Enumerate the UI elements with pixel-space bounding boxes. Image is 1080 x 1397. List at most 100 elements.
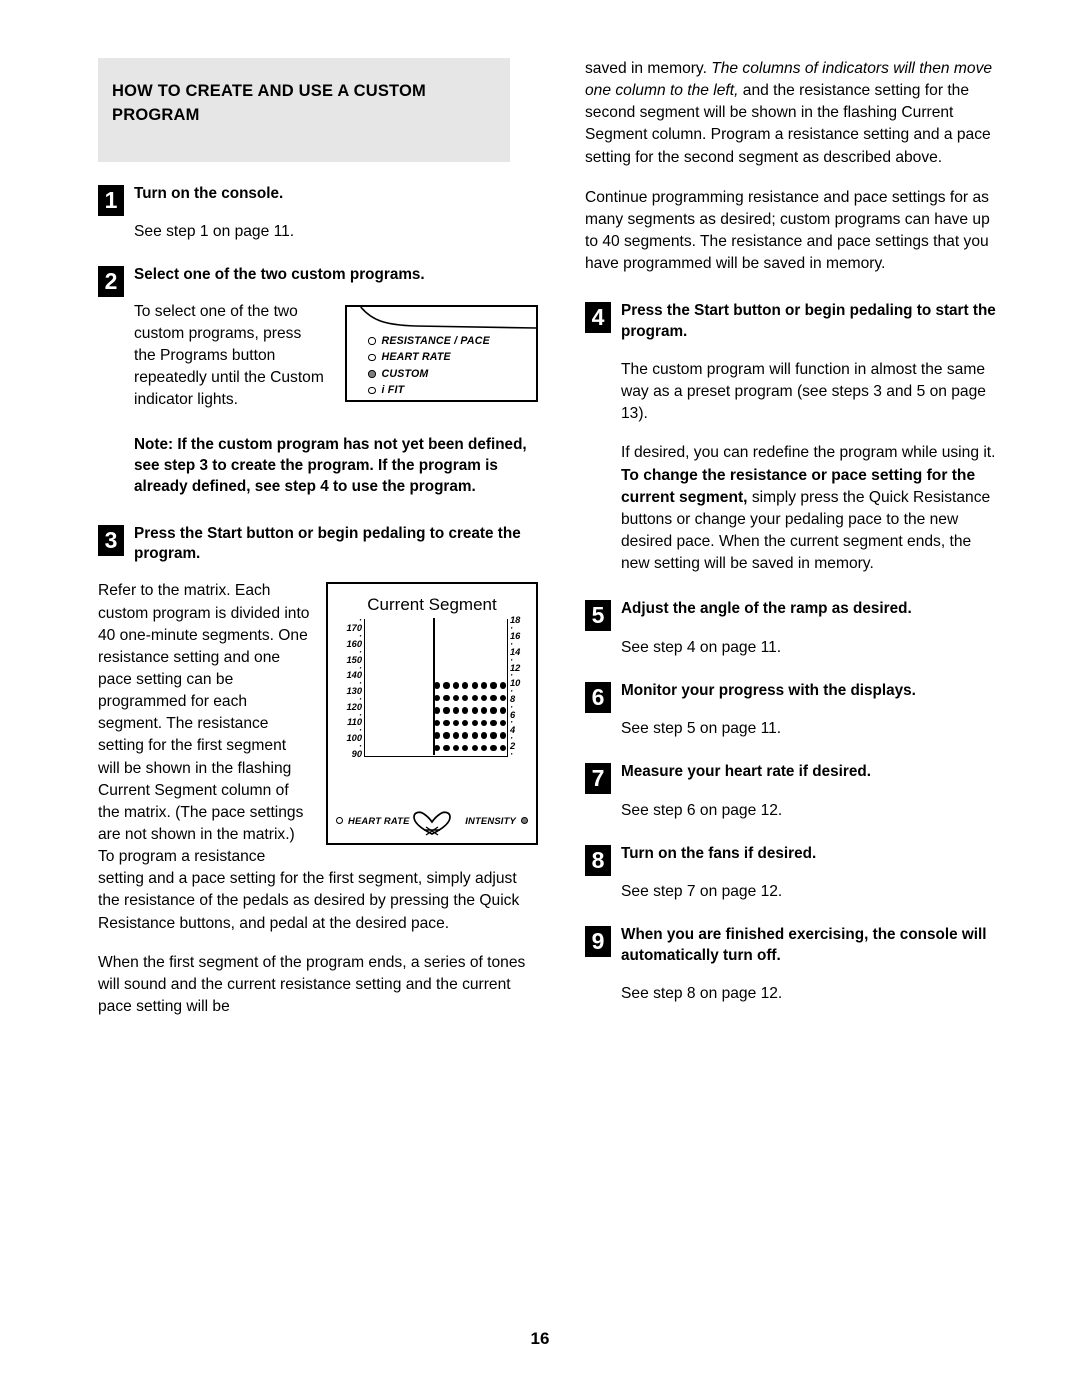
matrix-outline: Current Segment · 170 · 160 · 150 · 140 … (326, 582, 538, 846)
step-7-title: Measure your heart rate if desired. (621, 763, 871, 781)
section-heading: HOW TO CREATE AND USE A CUSTOM PROGRAM (112, 82, 427, 124)
matrix-dot (462, 719, 469, 727)
scale-tick: · (358, 710, 362, 719)
step-3-body-2: When the first segment of the program en… (98, 953, 526, 1015)
matrix-heart-rate-indicator: HEART RATE (336, 815, 410, 826)
matrix-dot (480, 694, 488, 702)
matrix-dot (490, 682, 497, 689)
scale-tick: 120 (346, 702, 362, 711)
continued-pre: saved in memory. (585, 60, 712, 77)
scale-tick: 18 (510, 616, 521, 625)
step-2: 2 Select one of the two custom programs. (98, 265, 538, 298)
intensity-scale: 18 · 16 · 14 · 12 · 10 · 8 · 6 · 4 · 2 · (510, 616, 542, 757)
step-1: 1 Turn on the console. (98, 184, 538, 216)
matrix-dot (499, 694, 506, 702)
matrix-dot (452, 732, 459, 739)
led-custom-icon (368, 370, 376, 378)
step-7-number: 7 (585, 763, 611, 795)
step-9-title: When you are finished exercising, the co… (621, 926, 987, 964)
left-column: HOW TO CREATE AND USE A CUSTOM PROGRAM 1… (98, 58, 538, 1018)
matrix-dot (471, 732, 478, 739)
matrix-dot (452, 719, 459, 727)
scale-tick: · (358, 741, 362, 750)
scale-tick: 170 (346, 624, 362, 633)
scale-tick: 100 (346, 734, 362, 742)
matrix-intensity-indicator: INTENSITY (465, 815, 528, 826)
step-4: 4 Press the Start button or begin pedali… (585, 301, 1000, 342)
step-2-body: To select one of the two custom programs… (134, 302, 324, 409)
matrix-heart-rate-label: HEART RATE (348, 815, 410, 827)
current-segment-label: Current Segment (367, 595, 497, 615)
custom-program-note: Note: If the custom program has not yet … (134, 436, 527, 495)
step-5: 5 Adjust the angle of the ramp as desire… (585, 599, 1000, 632)
scale-tick: · (358, 663, 362, 672)
step-9-body: See step 8 on page 12. (621, 984, 783, 1002)
matrix-dot (452, 682, 459, 689)
indicator-row-ifit[interactable]: i FIT (368, 382, 490, 399)
scale-tick: 16 (510, 632, 521, 640)
led-matrix-intensity-icon (521, 817, 528, 825)
matrix-dot (499, 744, 506, 752)
section-banner: HOW TO CREATE AND USE A CUSTOM PROGRAM (98, 58, 510, 162)
matrix-dot (443, 682, 450, 689)
matrix-dot (480, 719, 488, 727)
step-8: 8 Turn on the fans if desired. (585, 844, 1000, 876)
indicator-row-heart-rate[interactable]: HEART RATE (368, 349, 490, 366)
step-8-number: 8 (585, 844, 611, 876)
scale-tick: 14 (510, 647, 521, 656)
scale-tick: · (510, 702, 514, 711)
step-3-title: Press the Start button or begin pedaling… (134, 524, 521, 563)
heart-rate-scale: · 170 · 160 · 150 · 140 · 130 · 120 · 11… (330, 616, 362, 757)
indicator-row-custom[interactable]: CUSTOM (368, 366, 490, 383)
scale-tick: · (510, 639, 514, 648)
scale-tick: · (358, 726, 362, 735)
scale-tick: · (510, 749, 514, 758)
matrix-dot (490, 732, 497, 739)
scale-tick: 110 (347, 718, 362, 727)
matrix-dot (490, 707, 497, 714)
matrix-dot-grid (434, 682, 506, 757)
matrix-dot (490, 694, 497, 702)
matrix-dot (443, 694, 450, 702)
led-matrix-heart-rate-icon (336, 817, 343, 825)
scale-tick: 140 (346, 671, 362, 680)
console-bezel-curve-icon (360, 306, 536, 329)
matrix-dot (443, 707, 450, 714)
matrix-dot (499, 719, 506, 727)
scale-tick: 90 (351, 749, 362, 758)
matrix-dot (443, 732, 450, 739)
matrix-dot (452, 694, 459, 702)
right-column: saved in memory. The columns of indicato… (585, 58, 1000, 1005)
scale-tick: · (510, 687, 514, 695)
matrix-dot-row (434, 682, 506, 695)
matrix-dot (434, 732, 441, 739)
matrix-dot (452, 744, 459, 752)
step-4-body-2: If desired, you can redefine the program… (621, 442, 1000, 575)
matrix-dot (443, 744, 450, 752)
step-2-title: Select one of the two custom programs. (134, 266, 425, 284)
matrix-dot (462, 694, 469, 702)
matrix-dot (490, 744, 497, 752)
matrix-footer: HEART RATE INTENSITY (336, 810, 528, 836)
matrix-dot (471, 744, 478, 752)
indicator-row-resistance-pace[interactable]: RESISTANCE / PACE (368, 333, 490, 350)
matrix-dot (434, 707, 441, 714)
scale-tick: · (358, 694, 362, 703)
step-8-body: See step 7 on page 12. (621, 883, 783, 901)
matrix-dot (434, 744, 441, 752)
step-4-number: 4 (585, 302, 611, 334)
console-panel-outline: RESISTANCE / PACE HEART RATE CUSTOM i FI… (345, 304, 538, 402)
scale-tick: 10 (510, 679, 521, 688)
step-4-body-2-pre: If desired, you can redefine the program… (621, 444, 996, 462)
matrix-dot (480, 732, 488, 739)
scale-tick: 12 (510, 663, 521, 672)
matrix-dot (462, 732, 469, 739)
scale-tick: 160 (346, 639, 362, 648)
matrix-dot (480, 682, 488, 689)
heart-icon (413, 811, 451, 836)
scale-tick: · (510, 734, 514, 742)
step-2-flow: RESISTANCE / PACE HEART RATE CUSTOM i FI… (134, 301, 538, 412)
matrix-dot (471, 707, 478, 714)
led-resistance-pace-icon (368, 337, 376, 345)
step-3-flow: Current Segment · 170 · 160 · 150 · 140 … (98, 580, 538, 934)
